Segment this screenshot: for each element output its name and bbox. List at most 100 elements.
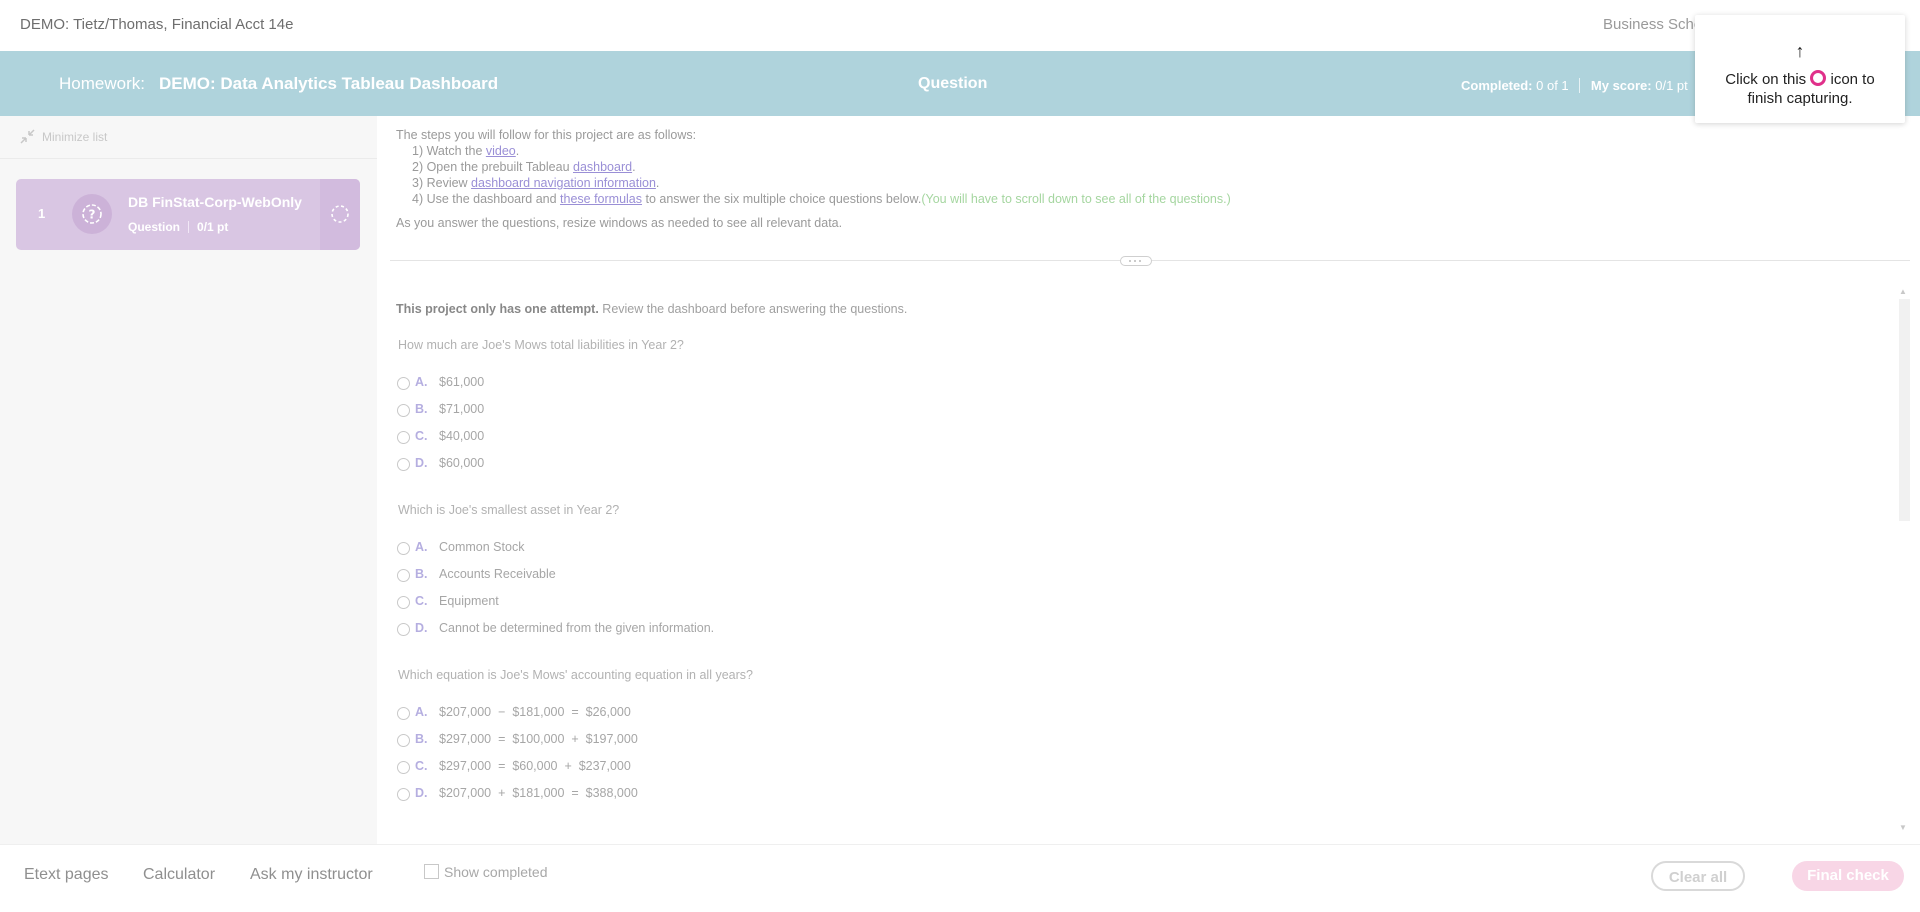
formulas-link[interactable]: these formulas [560, 192, 642, 206]
step-3-suffix: . [655, 176, 660, 190]
attempt-rest: Review the dashboard before answering th… [598, 302, 908, 316]
minimize-list-button[interactable]: Minimize list [19, 128, 107, 145]
homework-header: Homework: DEMO: Data Analytics Tableau D… [0, 51, 1920, 116]
stats-divider [1579, 78, 1581, 93]
homework-stats: Completed: 0 of 1 My score: 0/1 pt [1461, 78, 1688, 93]
final-check-button[interactable]: Final check [1792, 861, 1904, 891]
option-letter: C. [415, 759, 428, 773]
ask-instructor-link[interactable]: Ask my instructor [250, 866, 373, 884]
svg-text:?: ? [89, 208, 96, 222]
option-text: $61,000 [439, 375, 485, 389]
completed-label: Completed: [1461, 78, 1533, 93]
attempt-bold: This project only has one attempt. [396, 302, 599, 316]
completed-value: 0 of 1 [1536, 78, 1569, 93]
question-text: Which equation is Joe's Mows' accounting… [398, 668, 753, 682]
step-1: 1) Watch the video. [396, 143, 1231, 159]
scroll-note: (You will have to scroll down to see all… [921, 192, 1231, 206]
splitter-grip-icon[interactable] [1120, 256, 1152, 266]
radio-button[interactable] [397, 542, 410, 555]
dashboard-navigation-link[interactable]: dashboard navigation information [471, 176, 656, 190]
option-letter: A. [415, 705, 428, 719]
option-letter: C. [415, 429, 428, 443]
step-2: 2) Open the prebuilt Tableau dashboard. [396, 159, 1231, 175]
question-points: 0/1 pt [197, 220, 229, 234]
radio-button[interactable] [397, 707, 410, 720]
tooltip-message: Click on this icon to finish capturing. [1707, 70, 1893, 108]
etext-pages-link[interactable]: Etext pages [24, 866, 109, 884]
attempt-notice: This project only has one attempt. Revie… [396, 302, 907, 316]
option-text: $207,000 − $181,000 = $26,000 [439, 705, 631, 719]
radio-button[interactable] [397, 623, 410, 636]
meta-divider [188, 221, 190, 233]
dashboard-link[interactable]: dashboard [573, 160, 632, 174]
option-letter: D. [415, 786, 428, 800]
scroll-down-icon[interactable]: ▼ [1899, 823, 1907, 832]
tooltip-text-before: Click on this [1725, 71, 1807, 88]
resize-note: As you answer the questions, resize wind… [396, 216, 843, 230]
score-label: My score: [1590, 78, 1652, 93]
project-instructions: The steps you will follow for this proje… [396, 127, 1231, 207]
step-4: 4) Use the dashboard and these formulas … [396, 191, 1231, 207]
question-panel: The steps you will follow for this proje… [377, 116, 1920, 844]
show-completed-checkbox[interactable]: Show completed [424, 864, 548, 880]
scrollbar-thumb[interactable] [1899, 299, 1910, 521]
option-text: Common Stock [439, 540, 525, 554]
step-4-suffix: to answer the six multiple choice questi… [642, 192, 922, 206]
option-text: $207,000 + $181,000 = $388,000 [439, 786, 638, 800]
option-text: Equipment [439, 594, 499, 608]
question-name: DB FinStat-Corp-WebOnly [128, 194, 302, 210]
footer-toolbar: Etext pages Calculator Ask my instructor… [0, 844, 1920, 912]
radio-button[interactable] [397, 377, 410, 390]
radio-button[interactable] [397, 569, 410, 582]
view-label: Question [918, 75, 988, 92]
radio-button[interactable] [397, 761, 410, 774]
option-letter: A. [415, 375, 428, 389]
step-4-text: 4) Use the dashboard and [412, 192, 561, 206]
option-letter: B. [415, 402, 428, 416]
radio-button[interactable] [397, 596, 410, 609]
status-dashed-circle-icon [331, 205, 349, 223]
arrow-up-icon: ↑ [1795, 41, 1805, 61]
step-3-text: 3) Review [412, 176, 472, 190]
question-type: Question [128, 220, 181, 234]
option-letter: D. [415, 456, 428, 470]
radio-button[interactable] [397, 788, 410, 801]
sidebar-divider [0, 158, 377, 159]
radio-button[interactable] [397, 431, 410, 444]
question-meta: Question 0/1 pt [128, 220, 228, 234]
instructions-lead: The steps you will follow for this proje… [396, 128, 697, 142]
checkbox-box[interactable] [424, 864, 439, 879]
option-text: $71,000 [439, 402, 485, 416]
ring-icon [1810, 70, 1827, 86]
option-letter: B. [415, 732, 428, 746]
radio-button[interactable] [397, 404, 410, 417]
radio-button[interactable] [397, 458, 410, 471]
step-1-suffix: . [515, 144, 520, 158]
option-text: $40,000 [439, 429, 485, 443]
scroll-up-icon[interactable]: ▲ [1899, 287, 1907, 296]
option-letter: B. [415, 567, 428, 581]
option-text: $297,000 = $100,000 + $197,000 [439, 732, 638, 746]
school-name[interactable]: Business Scho [1603, 16, 1702, 33]
question-list-item[interactable]: 1 ? DB FinStat-Corp-WebOnly Question 0/1 … [16, 179, 360, 250]
video-link[interactable]: video [486, 144, 516, 158]
score-value: 0/1 pt [1655, 78, 1688, 93]
questions-scrollbar[interactable]: ▲ ▼ [1896, 287, 1910, 832]
course-title: DEMO: Tietz/Thomas, Financial Acct 14e [20, 16, 294, 33]
question-text: Which is Joe's smallest asset in Year 2? [398, 503, 620, 517]
show-completed-label: Show completed [444, 864, 548, 880]
clear-all-button[interactable]: Clear all [1651, 861, 1745, 891]
step-3: 3) Review dashboard navigation informati… [396, 175, 1231, 191]
question-number: 1 [38, 206, 46, 221]
option-letter: C. [415, 594, 428, 608]
minimize-list-label: Minimize list [42, 130, 108, 144]
collapse-arrows-icon [20, 129, 35, 144]
calculator-link[interactable]: Calculator [143, 866, 215, 884]
questions-area: This project only has one attempt. Revie… [377, 282, 1910, 832]
step-2-text: 2) Open the prebuilt Tableau [412, 160, 573, 174]
question-list-sidebar: Minimize list 1 ? DB FinStat-Corp-WebOnl… [0, 116, 378, 844]
question-text: How much are Joe's Mows total liabilitie… [398, 338, 684, 352]
radio-button[interactable] [397, 734, 410, 747]
option-text: Cannot be determined from the given info… [439, 621, 715, 635]
homework-label: Homework: [59, 74, 145, 93]
